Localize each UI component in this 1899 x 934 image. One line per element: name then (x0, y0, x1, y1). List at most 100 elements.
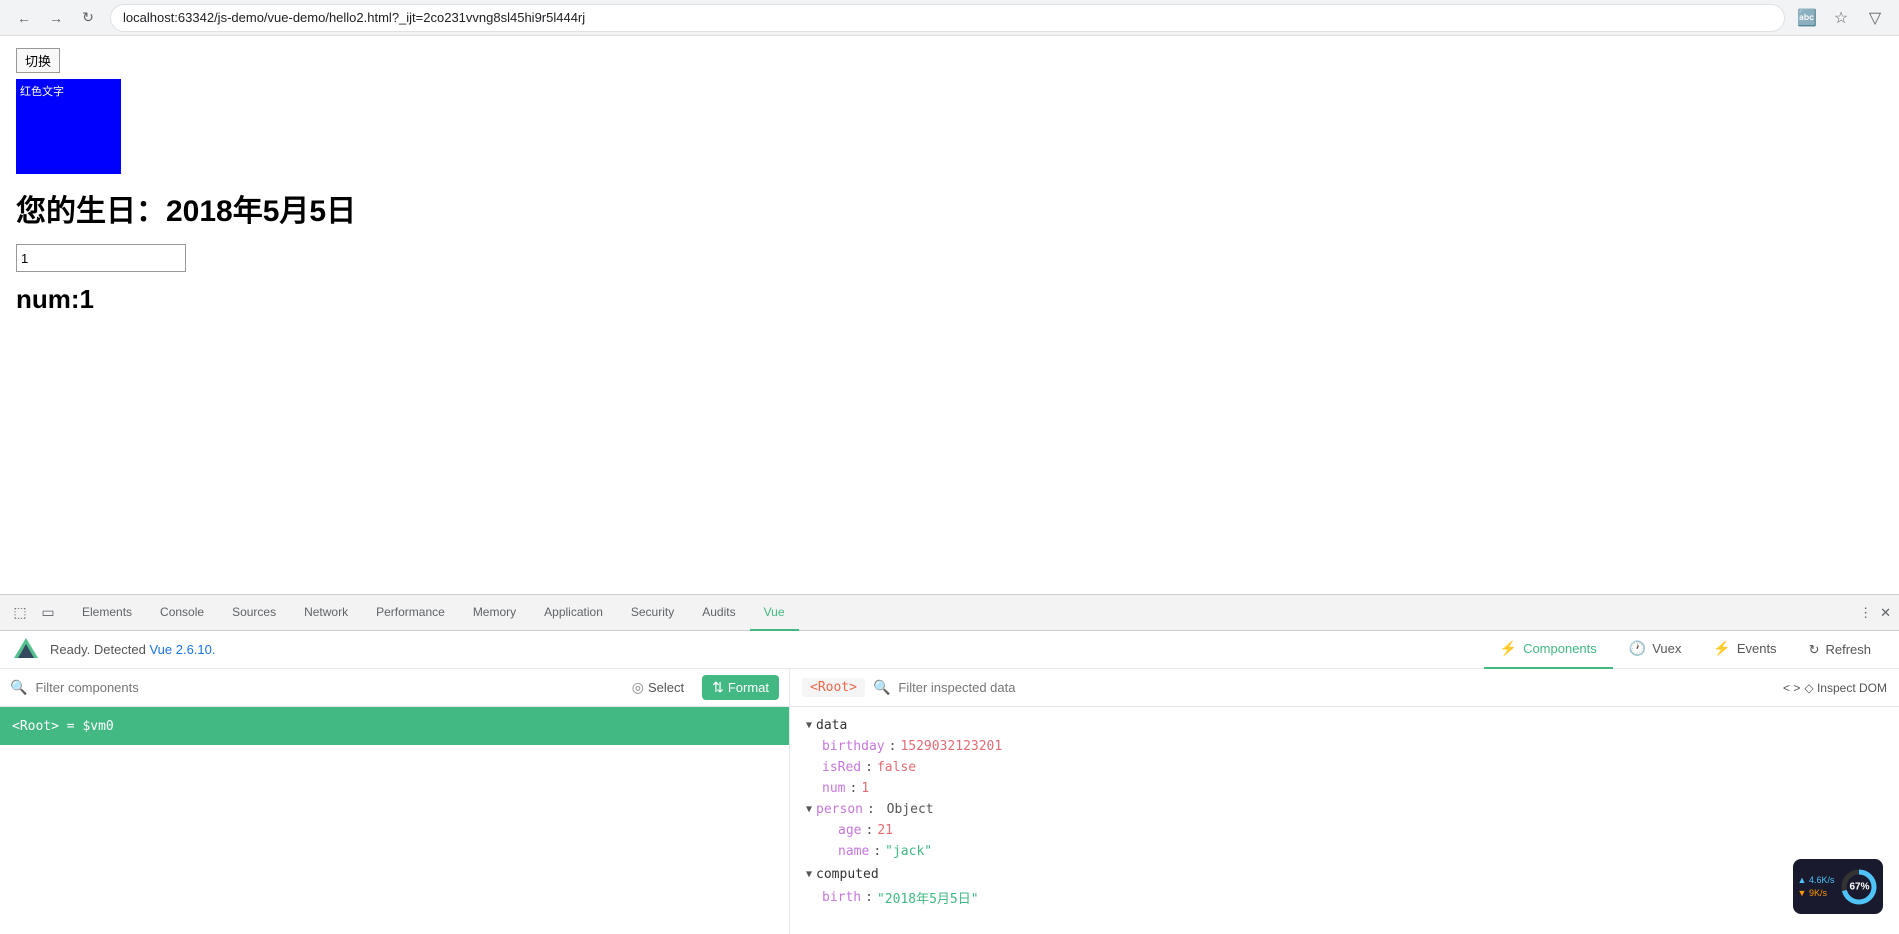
vue-toolbar: Ready. Detected Vue 2.6.10. ⚡ Components… (0, 631, 1899, 669)
vue-component-panel: 🔍 ◎ Select ⇅ Format <Root> = (0, 669, 790, 934)
data-tree: ▼ data birthday : 1529032123201 isRed : … (790, 707, 1899, 934)
nav-buttons: ← → ↻ (10, 4, 102, 32)
back-button[interactable]: ← (10, 4, 38, 32)
page-content: 切换 红色文字 您的生日：2018年5月5日 num:1 (0, 36, 1899, 594)
format-icon: ⇅ (712, 679, 724, 696)
data-toolbar: <Root> 🔍 < > ◇ Inspect DOM (790, 669, 1899, 707)
tab-console[interactable]: Console (146, 595, 218, 631)
format-label: Format (728, 680, 769, 695)
browser-bar: ← → ↻ localhost:63342/js-demo/vue-demo/h… (0, 0, 1899, 36)
data-arrow-icon: ▼ (806, 720, 812, 731)
person-key: person (816, 802, 863, 817)
tab-components[interactable]: ⚡ Components (1484, 631, 1613, 669)
component-filter-input[interactable] (35, 680, 613, 695)
computed-arrow-icon: ▼ (806, 869, 812, 880)
root-component-item[interactable]: <Root> = $vm0 (0, 707, 789, 745)
devtools-end-buttons: ⋮ ✕ (1859, 605, 1891, 621)
cpu-percent: 67% (1849, 881, 1869, 892)
birth-value: "2018年5月5日" (877, 888, 979, 907)
inspect-dom-button[interactable]: < > ◇ Inspect DOM (1783, 681, 1887, 695)
component-list: <Root> = $vm0 (0, 707, 789, 934)
number-input[interactable] (16, 244, 186, 272)
inspect-dom-label: ◇ Inspect DOM (1804, 681, 1887, 695)
components-label: Components (1523, 641, 1597, 656)
data-search-icon: 🔍 (873, 679, 890, 696)
toggle-button[interactable]: 切换 (16, 48, 60, 73)
vuex-label: Vuex (1652, 641, 1681, 656)
forward-button[interactable]: → (42, 4, 70, 32)
computed-section-header[interactable]: ▼ computed (790, 864, 1899, 885)
birthday-display: 您的生日：2018年5月5日 (16, 186, 1883, 230)
more-options-icon[interactable]: ⋮ (1859, 605, 1872, 621)
events-label: Events (1737, 641, 1777, 656)
num-property: num : 1 (790, 778, 1899, 799)
computed-key: computed (816, 867, 879, 882)
num-key: num (822, 781, 845, 796)
tab-performance[interactable]: Performance (362, 595, 459, 631)
birth-property: birth : "2018年5月5日" (790, 885, 1899, 910)
extension-icon[interactable]: ▽ (1861, 4, 1889, 32)
refresh-button[interactable]: ↻ Refresh (1793, 631, 1887, 669)
select-button[interactable]: ◎ Select (622, 679, 694, 696)
computed-section: ▼ computed birth : "2018年5月5日" (790, 864, 1899, 910)
blue-box: 红色文字 (16, 79, 121, 174)
vue-main: 🔍 ◎ Select ⇅ Format <Root> = (0, 669, 1899, 934)
root-tag-badge: <Root> (802, 678, 865, 697)
name-key: name (838, 844, 869, 859)
url-text: localhost:63342/js-demo/vue-demo/hello2.… (123, 10, 585, 25)
person-type: Object (887, 802, 934, 817)
tab-vuex[interactable]: 🕐 Vuex (1613, 631, 1698, 669)
vuex-icon: 🕐 (1629, 640, 1646, 657)
vue-panel: Ready. Detected Vue 2.6.10. ⚡ Components… (0, 631, 1899, 934)
tab-audits[interactable]: Audits (688, 595, 749, 631)
person-header[interactable]: ▼ person : Object (790, 799, 1899, 820)
num-display: num:1 (16, 284, 1883, 315)
tab-vue[interactable]: Vue (750, 595, 799, 631)
address-bar[interactable]: localhost:63342/js-demo/vue-demo/hello2.… (110, 4, 1785, 32)
person-arrow-icon: ▼ (806, 804, 812, 815)
translate-icon[interactable]: 🔤 (1793, 4, 1821, 32)
tab-security[interactable]: Security (617, 595, 688, 631)
devtools-panel: ⬚ ▭ Elements Console Sources Network Per… (0, 594, 1899, 934)
component-equals: = (59, 719, 82, 734)
data-section: ▼ data birthday : 1529032123201 isRed : … (790, 715, 1899, 862)
isRed-key: isRed (822, 760, 861, 775)
devtools-icon-buttons: ⬚ ▭ (8, 601, 60, 625)
tab-memory[interactable]: Memory (459, 595, 530, 631)
data-section-header[interactable]: ▼ data (790, 715, 1899, 736)
refresh-label: Refresh (1825, 642, 1871, 657)
blue-box-text: 红色文字 (20, 83, 64, 99)
vue-ready-text: Ready. Detected Vue 2.6.10. (50, 642, 1484, 657)
upload-speed: ▲ 4.6K/s (1798, 874, 1835, 887)
data-filter-input[interactable] (898, 680, 1775, 695)
network-overlay: ▲ 4.6K/s ▼ 9K/s 67% (1793, 859, 1883, 914)
tab-sources[interactable]: Sources (218, 595, 290, 631)
device-toolbar-icon[interactable]: ▭ (36, 601, 60, 625)
num-value: 1 (861, 781, 869, 796)
component-filter-bar: 🔍 ◎ Select ⇅ Format (0, 669, 789, 707)
browser-icons: 🔤 ☆ ▽ (1793, 4, 1889, 32)
tab-events[interactable]: ⚡ Events (1697, 631, 1792, 669)
select-icon: ◎ (632, 679, 644, 696)
age-key: age (838, 823, 861, 838)
inspect-element-icon[interactable]: ⬚ (8, 601, 32, 625)
vue-logo (12, 636, 40, 664)
events-icon: ⚡ (1713, 640, 1730, 657)
reload-button[interactable]: ↻ (74, 4, 102, 32)
components-icon: ⚡ (1500, 640, 1517, 657)
birth-key: birth (822, 890, 861, 905)
select-label: Select (648, 680, 684, 695)
age-value: 21 (877, 823, 893, 838)
devtools-tab-bar: ⬚ ▭ Elements Console Sources Network Per… (0, 595, 1899, 631)
birthday-value: 1529032123201 (900, 739, 1002, 754)
tab-elements[interactable]: Elements (68, 595, 146, 631)
close-devtools-icon[interactable]: ✕ (1880, 605, 1891, 621)
format-button[interactable]: ⇅ Format (702, 675, 779, 700)
inspect-dom-icon: < > (1783, 681, 1800, 695)
data-key: data (816, 718, 847, 733)
component-tag: <Root> (12, 719, 59, 734)
bookmark-icon[interactable]: ☆ (1827, 4, 1855, 32)
tab-network[interactable]: Network (290, 595, 362, 631)
download-speed: ▼ 9K/s (1798, 887, 1835, 900)
tab-application[interactable]: Application (530, 595, 617, 631)
